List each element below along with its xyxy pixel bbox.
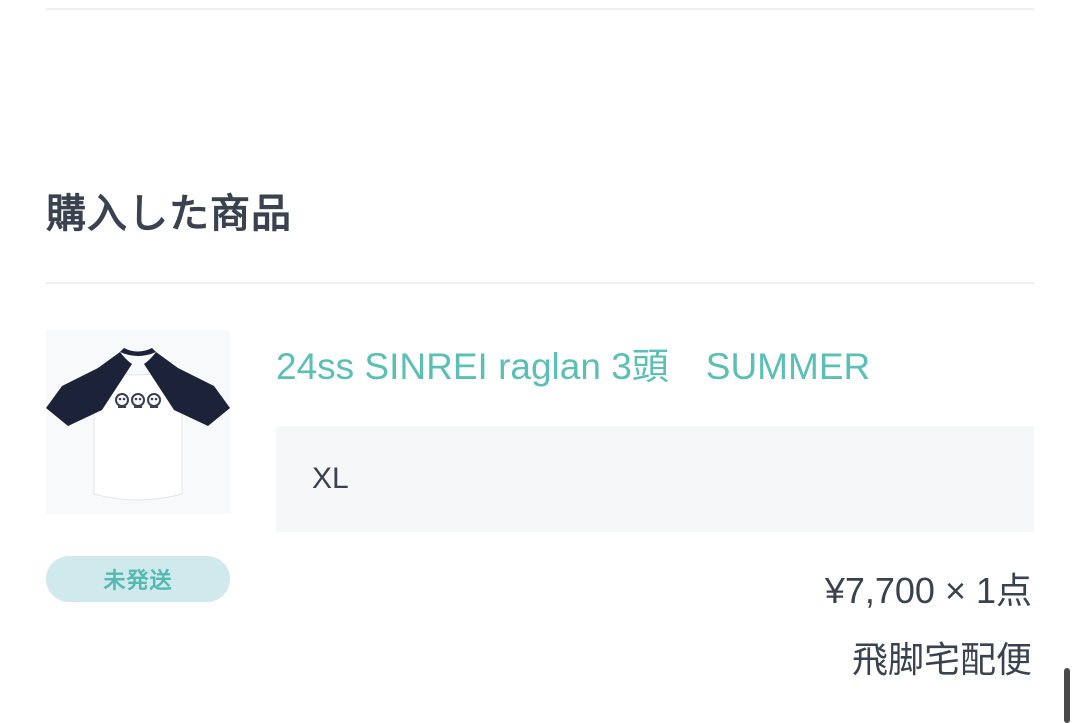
shipping-method: 飛脚宅配便 [851,640,1032,681]
scrollbar[interactable] [1064,668,1070,723]
status-badge: 未発送 [46,556,230,602]
top-divider [46,8,1034,10]
raglan-tshirt-icon [46,348,230,501]
price-quantity: ¥7,700 × 1点 [824,570,1032,611]
section-title: 購入した商品 [46,191,292,237]
product-thumbnail[interactable] [46,330,230,514]
variant-box: XL [276,426,1034,532]
section-divider [46,282,1034,284]
product-name-link[interactable]: 24ss SINREI raglan 3頭 SUMMER [276,343,870,391]
variant-size: XL [312,462,349,495]
purchased-items-page: 購入した商品 未発送 24ss SINREI raglan 3頭 SUMMER … [0,0,1080,723]
